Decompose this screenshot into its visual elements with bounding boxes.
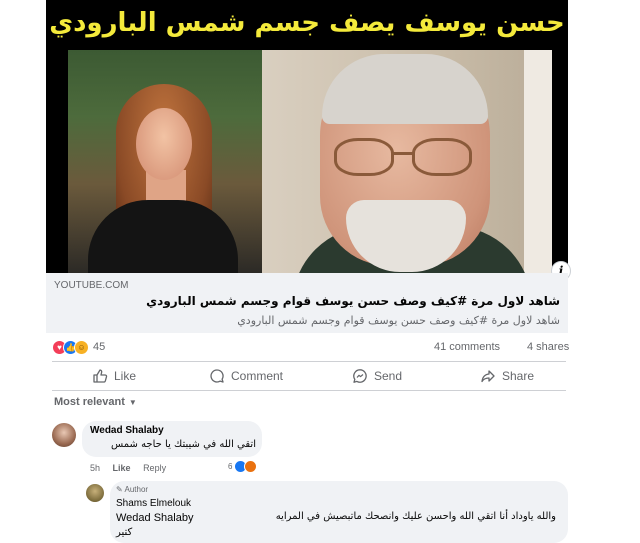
video-title-overlay: حسن يوسف يصف جسم شمس البارودي	[49, 8, 565, 38]
author-badge: ✎ Author	[116, 485, 149, 494]
share-arrow-icon	[481, 370, 495, 383]
thumbs-up-icon	[93, 369, 108, 383]
like-button[interactable]: Like	[92, 366, 136, 386]
send-label: Send	[374, 369, 403, 383]
share-button[interactable]: Share	[480, 366, 534, 386]
comment-author[interactable]: Shams Elmelouk	[116, 498, 191, 509]
haha-icon: ☺	[74, 340, 89, 355]
comment-label: Comment	[231, 369, 284, 383]
like-label: Like	[114, 369, 137, 383]
comment-like-link[interactable]: Like	[113, 463, 131, 473]
comment-bubble-icon	[210, 369, 224, 383]
actor-photo	[262, 50, 552, 273]
actress-photo	[68, 50, 262, 273]
video-thumbnail[interactable]: حسن يوسف يصف جسم شمس البارودي	[46, 0, 568, 273]
caret-down-icon: ▼	[128, 398, 137, 407]
comment-reply-link[interactable]: Reply	[143, 463, 166, 473]
avatar[interactable]	[52, 423, 76, 447]
facebook-post: حسن يوسف يصف جسم شمس البارودي i YOUTUBE.…	[46, 0, 571, 543]
comment-time[interactable]: 5h	[90, 463, 100, 473]
comment-text: والله ياوداد أنا اتقي الله واحسن عليك وا…	[275, 511, 556, 522]
comment-sort-dropdown[interactable]: Most relevant ▼	[54, 396, 137, 408]
comment-button[interactable]: Comment	[209, 366, 283, 386]
avatar[interactable]	[86, 484, 104, 502]
share-label: Share	[502, 369, 535, 383]
divider	[52, 361, 566, 362]
shares-count[interactable]: 4 shares	[527, 341, 569, 353]
angry-icon	[244, 460, 257, 473]
link-description: شاهد لاول مرة #كيف وصف حسن يوسف قوام وجس…	[237, 314, 560, 327]
comment-text: اتقي الله في شيبتك يا حاجه شمس	[110, 439, 256, 450]
send-button[interactable]: Send	[352, 366, 402, 386]
reaction-count: 45	[93, 341, 106, 353]
comments-count[interactable]: 41 comments	[434, 341, 500, 353]
pen-icon: ✎	[116, 485, 123, 494]
comment-text-continued: كتير	[116, 527, 133, 538]
comment-author[interactable]: Wedad Shalaby	[90, 425, 164, 436]
sort-label: Most relevant	[54, 396, 125, 408]
link-title[interactable]: شاهد لاول مرة #كيف وصف حسن يوسف قوام وجس…	[54, 294, 560, 308]
link-domain: YOUTUBE.COM	[54, 280, 129, 291]
comment-meta: 5h Like Reply	[90, 463, 176, 473]
messenger-icon	[353, 369, 367, 383]
link-preview[interactable]: YOUTUBE.COM شاهد لاول مرة #كيف وصف حسن ي…	[46, 273, 568, 333]
comment-reaction-count: 6	[228, 462, 233, 471]
divider	[52, 390, 566, 391]
